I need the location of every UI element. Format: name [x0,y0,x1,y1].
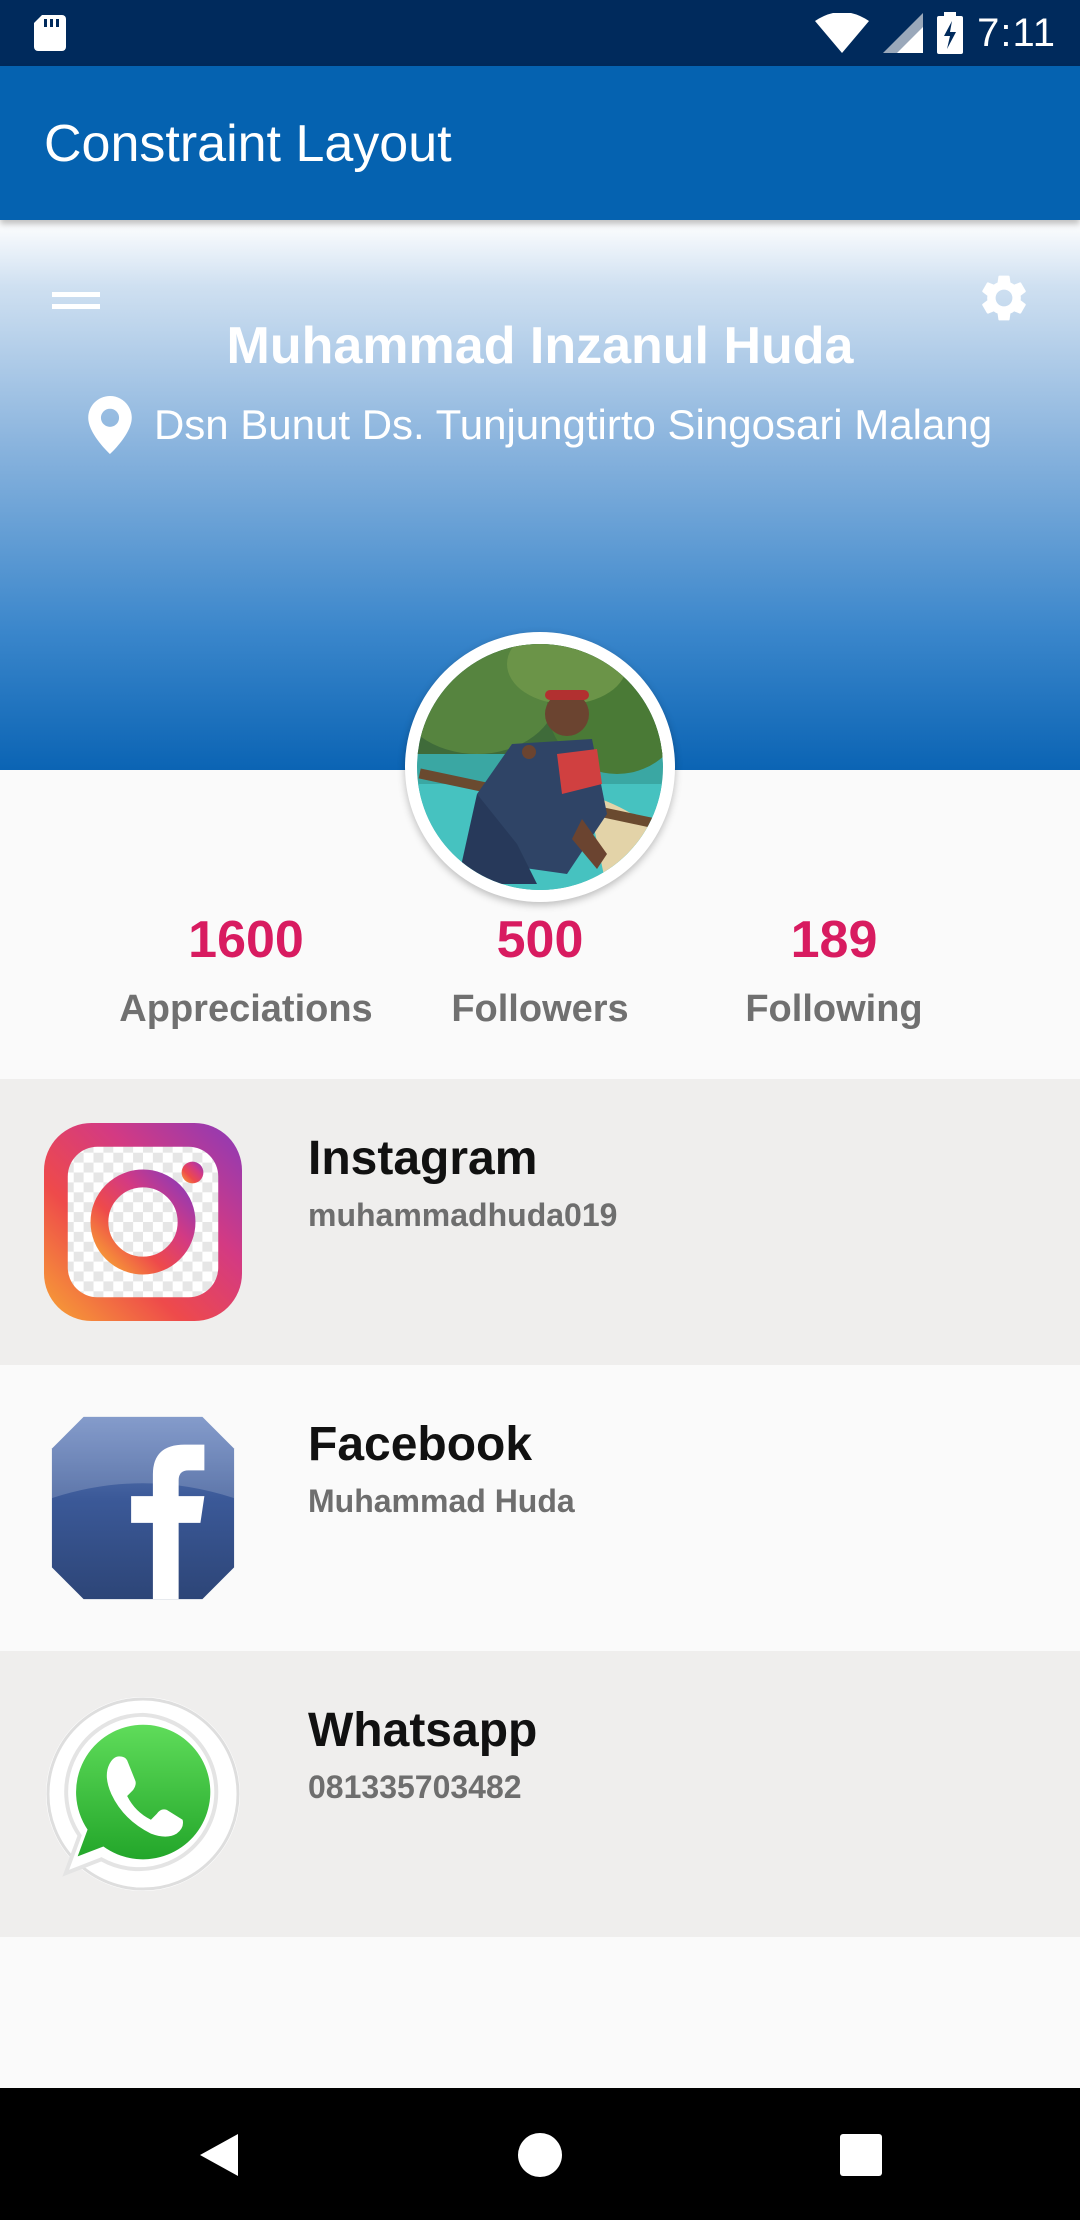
social-subtitle: 081335703482 [308,1769,522,1805]
social-item-instagram[interactable]: Instagram muhammadhuda019 [0,1079,1080,1365]
stat-appreciations[interactable]: 1600 Appreciations [86,910,406,1031]
navigation-bar [0,2088,1080,2220]
status-bar: 7:11 [0,0,1080,66]
social-subtitle: muhammadhuda019 [308,1197,618,1233]
menu-icon[interactable] [52,290,100,314]
status-time: 7:11 [977,10,1056,55]
stat-label: Appreciations [119,988,373,1030]
social-title: Instagram [308,1132,538,1185]
social-list: Instagram muhammadhuda019 Facebook Muham… [0,1079,1080,1937]
stat-value: 189 [790,911,878,969]
stat-value: 500 [496,911,584,969]
social-title: Facebook [308,1418,533,1471]
social-title: Whatsapp [308,1704,538,1757]
stat-following[interactable]: 189 Following [674,910,994,1031]
location-text: Dsn Bunut Ds. Tunjungtirto Singosari Mal… [153,401,993,448]
wifi-icon [815,13,870,53]
social-item-facebook[interactable]: Facebook Muhammad Huda [0,1365,1080,1651]
stats-row: 1600 Appreciations 500 Followers 189 Fol… [0,910,1080,1080]
facebook-icon [51,1416,235,1600]
sd-card-icon [34,15,66,51]
location-row: Dsn Bunut Ds. Tunjungtirto Singosari Mal… [0,396,1080,454]
whatsapp-icon [45,1696,241,1892]
app-title: Constraint Layout [44,115,452,173]
app-bar: Constraint Layout [0,66,1080,220]
stat-label: Following [745,988,923,1030]
instagram-icon [44,1123,242,1321]
recents-icon[interactable] [836,2130,886,2180]
back-icon[interactable] [196,2130,246,2180]
profile-photo [397,624,687,890]
profile-name: Muhammad Inzanul Huda [226,317,854,375]
location-pin-icon [88,396,132,454]
social-item-whatsapp[interactable]: Whatsapp 081335703482 [0,1651,1080,1937]
avatar[interactable] [397,624,687,902]
cellular-signal-icon [883,13,924,53]
stat-value: 1600 [188,911,304,969]
home-icon[interactable] [515,2130,565,2180]
battery-charging-icon [937,12,964,54]
stat-label: Followers [451,988,629,1030]
stat-followers[interactable]: 500 Followers [380,910,700,1031]
social-subtitle: Muhammad Huda [308,1483,575,1519]
